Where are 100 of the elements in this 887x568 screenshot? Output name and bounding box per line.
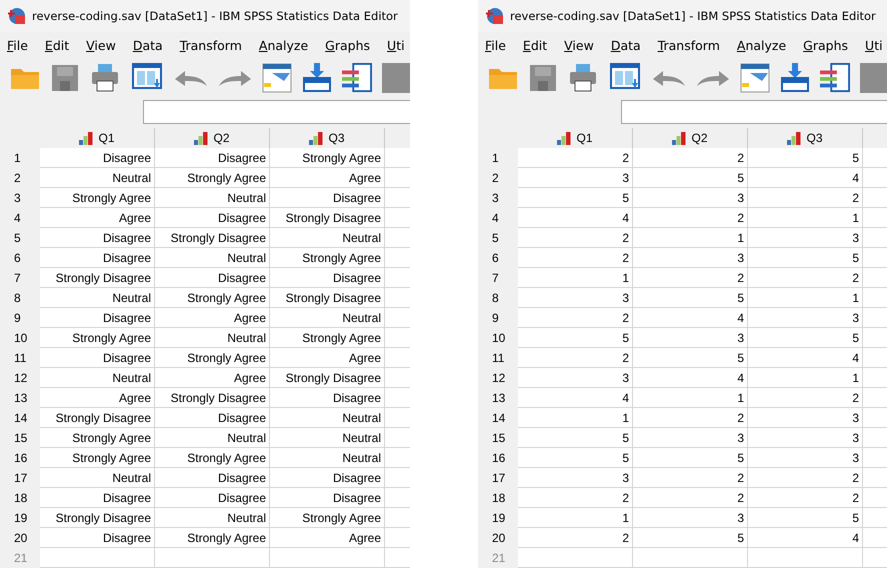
table-cell[interactable]: Disagree [270,188,385,208]
table-cell[interactable]: Neutral [155,188,270,208]
table-cell[interactable]: 5 [633,288,748,308]
table-cell[interactable]: Strongly Agree [40,428,155,448]
table-cell[interactable]: Disagree [40,248,155,268]
menu-item[interactable]: Data [610,38,641,52]
print-icon[interactable] [90,63,120,93]
table-cell[interactable]: Neutral [270,308,385,328]
table-cell[interactable]: Disagree [40,228,155,248]
menu-item[interactable]: Analyze [736,38,786,52]
row-number[interactable]: 2 [478,168,518,188]
table-cell[interactable]: 3 [633,248,748,268]
table-cell[interactable]: 4 [633,308,748,328]
save-icon[interactable] [528,63,558,93]
table-cell[interactable]: 5 [633,528,748,548]
row-number[interactable]: 5 [478,228,518,248]
table-cell[interactable]: 1 [748,368,863,388]
table-cell[interactable]: Disagree [155,148,270,168]
table-cell[interactable]: Neutral [155,428,270,448]
row-number[interactable]: 19 [478,508,518,528]
row-number[interactable]: 7 [0,268,40,288]
row-number[interactable]: 15 [0,428,40,448]
row-number[interactable]: 18 [0,488,40,508]
table-cell[interactable]: 2 [748,468,863,488]
table-cell[interactable]: 3 [633,328,748,348]
menu-item[interactable]: File [485,38,506,52]
column-header[interactable]: Q3 [748,128,863,148]
table-cell[interactable]: Strongly Agree [40,328,155,348]
table-cell[interactable]: 2 [518,348,633,368]
column-header[interactable]: Q2 [155,128,270,148]
table-cell[interactable]: Strongly Disagree [270,288,385,308]
cell-editor-field[interactable] [621,100,887,124]
table-cell[interactable]: Strongly Agree [155,528,270,548]
table-cell[interactable]: Neutral [155,508,270,528]
table-cell[interactable]: Neutral [40,288,155,308]
table-cell[interactable]: Agree [155,368,270,388]
row-number[interactable]: 9 [0,308,40,328]
menu-item[interactable]: Graphs [803,38,848,52]
menu-item[interactable]: Uti [865,38,883,52]
row-number[interactable]: 11 [478,348,518,368]
menu-item[interactable]: View [86,38,116,52]
table-cell[interactable]: 2 [633,488,748,508]
table-cell[interactable]: 4 [748,348,863,368]
table-cell[interactable]: Disagree [270,388,385,408]
menu-item[interactable]: Data [132,38,163,52]
menu-item[interactable]: Transform [180,38,242,52]
table-cell[interactable]: 3 [633,508,748,528]
table-cell[interactable]: Disagree [270,268,385,288]
row-number[interactable]: 17 [478,468,518,488]
table-cell[interactable]: 3 [748,428,863,448]
table-cell[interactable]: Strongly Agree [270,248,385,268]
table-cell[interactable]: 4 [633,368,748,388]
table-cell[interactable]: 2 [633,148,748,168]
table-cell[interactable]: Strongly Agree [155,168,270,188]
empty-cell[interactable] [748,548,863,568]
table-cell[interactable]: 1 [633,228,748,248]
table-cell[interactable]: Strongly Agree [40,448,155,468]
table-cell[interactable]: Disagree [40,528,155,548]
row-number[interactable]: 18 [478,488,518,508]
table-cell[interactable]: Strongly Agree [270,508,385,528]
table-cell[interactable]: 3 [748,408,863,428]
table-cell[interactable]: Disagree [40,148,155,168]
table-cell[interactable]: Disagree [270,468,385,488]
table-cell[interactable]: Neutral [155,248,270,268]
table-cell[interactable]: 3 [748,448,863,468]
table-cell[interactable]: Agree [40,388,155,408]
table-cell[interactable]: 4 [748,528,863,548]
table-cell[interactable]: 2 [633,408,748,428]
table-cell[interactable]: Disagree [155,408,270,428]
table-cell[interactable]: 5 [518,448,633,468]
table-cell[interactable]: 5 [633,348,748,368]
table-cell[interactable]: Strongly Agree [155,288,270,308]
go-to-case-icon[interactable] [262,63,292,93]
row-number[interactable]: 4 [478,208,518,228]
table-cell[interactable]: 2 [518,248,633,268]
column-header[interactable]: Q1 [518,128,633,148]
table-cell[interactable]: Neutral [270,228,385,248]
table-cell[interactable]: Neutral [40,468,155,488]
table-cell[interactable]: Strongly Disagree [40,268,155,288]
table-cell[interactable]: 2 [633,468,748,488]
table-cell[interactable]: 2 [518,528,633,548]
row-number[interactable]: 2 [0,168,40,188]
row-number[interactable]: 11 [0,348,40,368]
table-cell[interactable]: Neutral [40,368,155,388]
row-number[interactable]: 13 [478,388,518,408]
row-number[interactable]: 7 [478,268,518,288]
table-cell[interactable]: 3 [748,308,863,328]
row-number[interactable]: 12 [478,368,518,388]
row-number[interactable]: 6 [0,248,40,268]
table-cell[interactable]: Strongly Disagree [40,508,155,528]
table-cell[interactable]: 3 [518,288,633,308]
table-cell[interactable]: 5 [748,508,863,528]
column-header[interactable]: Q2 [633,128,748,148]
row-number[interactable]: 14 [0,408,40,428]
table-cell[interactable]: 2 [748,188,863,208]
table-cell[interactable]: Agree [155,308,270,328]
row-number[interactable]: 4 [0,208,40,228]
row-number[interactable]: 12 [0,368,40,388]
save-icon[interactable] [50,63,80,93]
table-cell[interactable]: 2 [748,488,863,508]
